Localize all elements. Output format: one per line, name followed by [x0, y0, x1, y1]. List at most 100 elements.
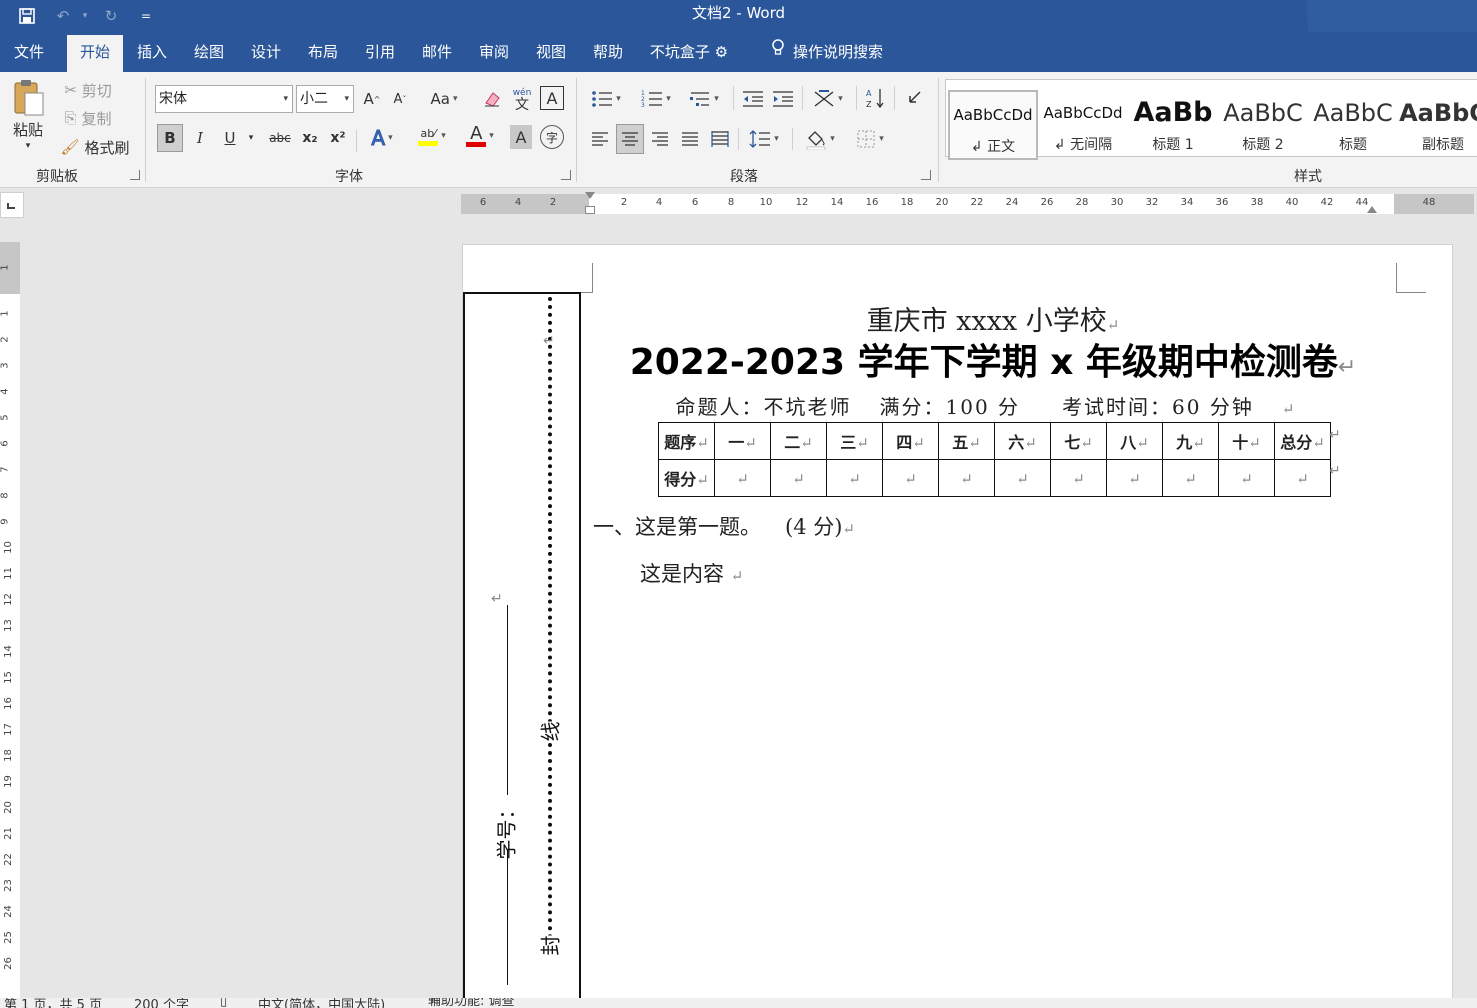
font-color-button[interactable]: A ▾ [460, 120, 500, 152]
style-item[interactable]: AaBb 标题 1 [1128, 90, 1218, 160]
bullets-button[interactable]: ▾ [586, 86, 626, 112]
table-cell[interactable]: 总分↵ [1274, 422, 1331, 460]
grow-font-icon[interactable]: A ^ [361, 86, 383, 112]
clear-formatting-icon[interactable] [480, 86, 504, 112]
table-cell[interactable]: 六↵ [994, 422, 1051, 460]
format-painter-button[interactable]: 🖌 格式刷 [58, 136, 132, 158]
horizontal-ruler[interactable]: 6 4 2 2 4 6 8 10 12 14 16 18 20 22 24 26 28 30 32 34 36 38 40 4… [461, 192, 1474, 214]
chinese-layout-button[interactable]: ▾ [808, 86, 848, 112]
enclose-characters-icon[interactable]: 字 [540, 125, 564, 149]
word-count[interactable]: 200 个字 [134, 998, 189, 1008]
decrease-indent-icon[interactable] [740, 86, 766, 112]
tab-1[interactable]: 开始 [67, 35, 123, 72]
vertical-ruler[interactable]: 1 1 2 3 4 5 6 7 8 9 10 11 12 13 14 15 16 17 18 19 20 21 22 23 24… [0, 242, 20, 1002]
font-size-select[interactable]: 小二 ▾ [296, 85, 354, 113]
character-border-icon[interactable]: A [540, 86, 564, 110]
first-line-indent-marker[interactable] [585, 192, 595, 200]
font-name-select[interactable]: 宋体 ▾ [155, 85, 293, 113]
multilevel-list-button[interactable]: ▾ [684, 86, 724, 112]
paste-button[interactable]: 粘贴 [8, 120, 48, 139]
tab-6[interactable]: 引用 [352, 32, 408, 72]
tab-7[interactable]: 邮件 [409, 32, 465, 72]
style-item[interactable]: AaBbCcDd ↲ 无间隔 [1038, 90, 1128, 160]
paste-dropdown-icon[interactable]: ▾ [20, 140, 36, 152]
table-cell[interactable]: 五↵ [938, 422, 995, 460]
style-item[interactable]: AaBbCcDd ↲ 正文 [948, 90, 1038, 160]
paragraph-dialog-launcher[interactable] [921, 170, 931, 180]
style-item[interactable]: AaBbC 标题 [1308, 90, 1398, 160]
tab-2[interactable]: 插入 [124, 32, 180, 72]
table-cell[interactable]: ↵ [1106, 459, 1163, 497]
tell-me-search[interactable]: 操作说明搜索 [762, 32, 892, 72]
text-effects-button[interactable]: A ▾ [362, 124, 402, 152]
tab-11[interactable]: 不坑盒子 ⚙ [642, 32, 736, 72]
style-item[interactable]: AaBbC 副标题 [1398, 90, 1477, 160]
font-dialog-launcher[interactable] [561, 170, 571, 180]
table-cell[interactable]: 题序↵ [658, 422, 715, 460]
table-cell[interactable]: ↵ [1050, 459, 1107, 497]
sort-icon[interactable]: AZ [862, 84, 888, 112]
tab-8[interactable]: 审阅 [466, 32, 522, 72]
tab-3[interactable]: 绘图 [181, 32, 237, 72]
tab-0[interactable]: 文件 [0, 32, 58, 72]
strikethrough-button[interactable]: abc [266, 124, 294, 152]
left-indent-marker[interactable] [585, 206, 595, 214]
borders-button[interactable]: ▾ [848, 126, 892, 152]
justify-icon[interactable] [678, 126, 702, 152]
shading-button[interactable]: ▾ [798, 124, 842, 154]
table-cell[interactable]: ↵ [1162, 459, 1219, 497]
underline-dropdown-icon[interactable]: ▾ [244, 124, 258, 152]
tab-10[interactable]: 帮助 [580, 32, 636, 72]
italic-button[interactable]: I [189, 124, 211, 152]
table-cell[interactable]: 八↵ [1106, 422, 1163, 460]
table-cell[interactable]: 三↵ [826, 422, 883, 460]
align-right-icon[interactable] [648, 126, 672, 152]
tab-5[interactable]: 布局 [295, 32, 351, 72]
proofing-icon[interactable]: ▯ [220, 998, 227, 1008]
superscript-button[interactable]: x² [326, 124, 350, 152]
table-cell[interactable]: ↵ [1218, 459, 1275, 497]
paste-icon[interactable] [8, 78, 48, 118]
table-cell[interactable]: 四↵ [882, 422, 939, 460]
table-cell[interactable]: 九↵ [1162, 422, 1219, 460]
increase-indent-icon[interactable] [770, 86, 796, 112]
document-page[interactable]: ↵ 线 封 ↵ 学号： 重庆市 xxxx 小学校↵ 2022-2023 学年下学… [462, 244, 1453, 1005]
table-cell[interactable]: 二↵ [770, 422, 827, 460]
score-table[interactable]: 题序↵ 一↵ 二↵ 三↵ 四↵ 五↵ 六↵ 七↵ 八↵ 九↵ 十↵ 总分↵ 得分↵ ↵ ↵ ↵ ↵ ↵ ↵ ↵ ↵ ↵ ↵… [658, 422, 1331, 497]
table-cell[interactable]: 得分↵ [658, 459, 715, 497]
copy-button[interactable]: ⎘ 复制 [58, 108, 118, 128]
table-cell[interactable]: ↵ [714, 459, 771, 497]
page-count[interactable]: 第 1 页，共 5 页 [4, 998, 102, 1008]
align-center-icon[interactable] [616, 124, 644, 154]
table-cell[interactable]: ↵ [826, 459, 883, 497]
character-shading-icon[interactable]: A [510, 125, 532, 149]
tab-9[interactable]: 视图 [523, 32, 579, 72]
distributed-icon[interactable] [708, 126, 732, 152]
highlight-button[interactable]: ab⁄ ▾ [410, 120, 454, 152]
underline-button[interactable]: U [218, 124, 242, 152]
subscript-button[interactable]: x₂ [298, 124, 322, 152]
table-cell[interactable]: ↵ [1274, 459, 1331, 497]
tab-selector[interactable] [0, 192, 24, 218]
align-left-icon[interactable] [588, 126, 612, 152]
table-cell[interactable]: ↵ [938, 459, 995, 497]
phonetic-guide-icon[interactable]: wén 文 [510, 84, 534, 114]
tab-4[interactable]: 设计 [238, 32, 294, 72]
cut-button[interactable]: ✂ 剪切 [58, 80, 118, 100]
table-cell[interactable]: ↵ [770, 459, 827, 497]
style-item[interactable]: AaBbC 标题 2 [1218, 90, 1308, 160]
table-cell[interactable]: 一↵ [714, 422, 771, 460]
table-cell[interactable]: 七↵ [1050, 422, 1107, 460]
numbering-button[interactable]: 1 2 3 ▾ [636, 86, 676, 112]
line-spacing-button[interactable]: ▾ [744, 126, 784, 152]
table-cell[interactable]: 十↵ [1218, 422, 1275, 460]
table-cell[interactable]: ↵ [994, 459, 1051, 497]
clipboard-dialog-launcher[interactable] [130, 170, 140, 180]
shrink-font-icon[interactable]: Aˇ [389, 86, 411, 112]
change-case-button[interactable]: Aa ▾ [424, 86, 464, 112]
right-indent-marker[interactable] [1367, 206, 1377, 213]
bold-button[interactable]: B [157, 124, 183, 152]
language-indicator[interactable]: 中文(简体，中国大陆) [258, 998, 385, 1008]
table-cell[interactable]: ↵ [882, 459, 939, 497]
show-paragraph-marks-icon[interactable] [900, 86, 924, 112]
